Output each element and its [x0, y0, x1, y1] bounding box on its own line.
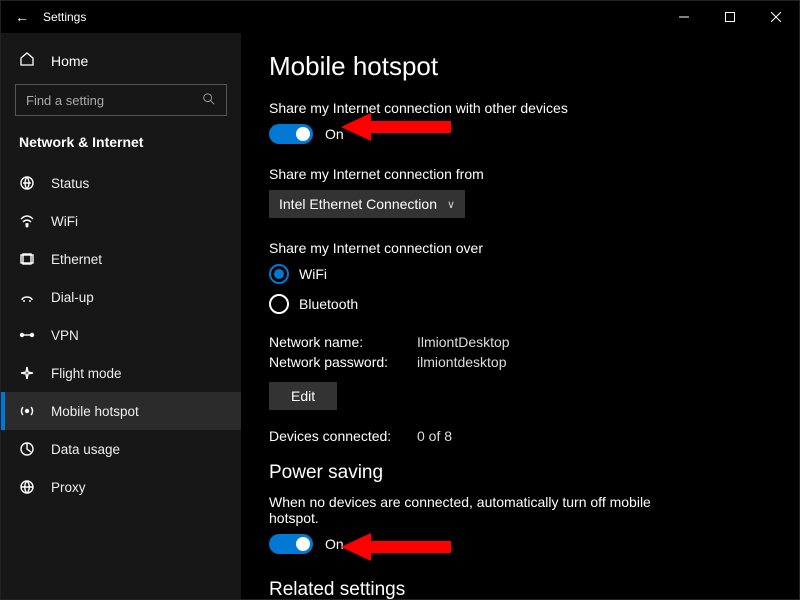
sidebar-item-ethernet[interactable]: Ethernet	[1, 240, 241, 278]
network-name-value: IlmiontDesktop	[417, 334, 510, 350]
hotspot-icon	[19, 403, 35, 419]
search-icon	[202, 92, 216, 109]
sidebar-item-datausage[interactable]: Data usage	[1, 430, 241, 468]
search-input[interactable]: Find a setting	[15, 84, 227, 116]
share-with-label: Share my Internet connection with other …	[269, 100, 771, 116]
network-password-label: Network password:	[269, 354, 399, 370]
ethernet-icon	[19, 251, 35, 267]
status-icon	[19, 175, 35, 191]
dialup-icon	[19, 289, 35, 305]
sidebar-home-label: Home	[51, 53, 88, 69]
devices-connected-value: 0 of 8	[417, 428, 452, 444]
network-password-value: ilmiontdesktop	[417, 354, 507, 370]
share-from-value: Intel Ethernet Connection	[279, 196, 437, 212]
power-saving-header: Power saving	[269, 462, 771, 484]
sidebar-item-label: Flight mode	[51, 366, 122, 381]
sidebar-item-flightmode[interactable]: Flight mode	[1, 354, 241, 392]
sidebar-item-wifi[interactable]: WiFi	[1, 202, 241, 240]
sidebar-item-label: Dial-up	[51, 290, 94, 305]
share-from-dropdown[interactable]: Intel Ethernet Connection ∨	[269, 190, 465, 218]
share-with-state: On	[325, 126, 344, 142]
vpn-icon	[19, 327, 35, 343]
home-icon	[19, 51, 35, 70]
edit-button-label: Edit	[291, 388, 315, 404]
sidebar-item-label: Proxy	[51, 480, 86, 495]
back-button[interactable]: ←	[15, 9, 29, 25]
sidebar-item-mobilehotspot[interactable]: Mobile hotspot	[1, 392, 241, 430]
search-placeholder: Find a setting	[26, 93, 104, 108]
sidebar-item-status[interactable]: Status	[1, 164, 241, 202]
power-saving-state: On	[325, 536, 344, 552]
window-title: Settings	[43, 10, 86, 24]
titlebar: ← Settings	[1, 1, 799, 33]
sidebar-item-label: Status	[51, 176, 89, 191]
airplane-icon	[19, 365, 35, 381]
share-over-label: Share my Internet connection over	[269, 240, 771, 256]
power-saving-desc: When no devices are connected, automatic…	[269, 494, 689, 526]
minimize-button[interactable]	[661, 1, 707, 33]
sidebar-item-label: Mobile hotspot	[51, 404, 139, 419]
sidebar-item-label: VPN	[51, 328, 79, 343]
devices-connected-label: Devices connected:	[269, 428, 399, 444]
radio-bluetooth-label: Bluetooth	[299, 296, 358, 312]
close-button[interactable]	[753, 1, 799, 33]
sidebar-category: Network & Internet	[1, 134, 241, 164]
sidebar-item-label: WiFi	[51, 214, 78, 229]
sidebar-item-label: Ethernet	[51, 252, 102, 267]
sidebar-item-dialup[interactable]: Dial-up	[1, 278, 241, 316]
sidebar-item-label: Data usage	[51, 442, 120, 457]
radio-bluetooth[interactable]: Bluetooth	[269, 294, 771, 314]
edit-button[interactable]: Edit	[269, 382, 337, 410]
related-settings-header: Related settings	[269, 579, 405, 599]
page-title: Mobile hotspot	[269, 51, 771, 82]
radio-wifi[interactable]: WiFi	[269, 264, 771, 284]
radio-wifi-label: WiFi	[299, 266, 327, 282]
sidebar-home[interactable]: Home	[1, 41, 241, 84]
sidebar-item-proxy[interactable]: Proxy	[1, 468, 241, 506]
main-content: Mobile hotspot Share my Internet connect…	[241, 33, 799, 599]
proxy-icon	[19, 479, 35, 495]
power-saving-toggle[interactable]	[269, 534, 313, 554]
sidebar: Home Find a setting Network & Internet S…	[1, 33, 241, 599]
maximize-button[interactable]	[707, 1, 753, 33]
share-with-toggle[interactable]	[269, 124, 313, 144]
wifi-icon	[19, 213, 35, 229]
sidebar-item-vpn[interactable]: VPN	[1, 316, 241, 354]
datausage-icon	[19, 441, 35, 457]
chevron-down-icon: ∨	[447, 198, 455, 211]
share-from-label: Share my Internet connection from	[269, 166, 771, 182]
network-name-label: Network name:	[269, 334, 399, 350]
